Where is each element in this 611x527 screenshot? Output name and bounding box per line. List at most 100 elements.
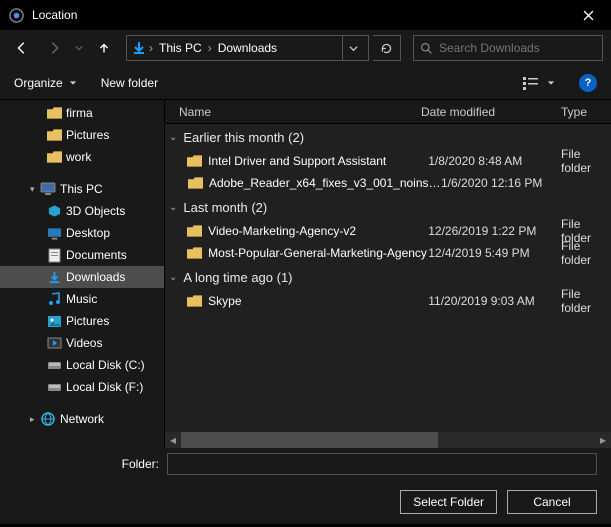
- sidebar-item-label: Local Disk (F:): [66, 380, 143, 394]
- search-box[interactable]: [413, 35, 603, 61]
- sidebar-item-network[interactable]: ▸ Network: [0, 408, 164, 430]
- new-folder-button[interactable]: New folder: [101, 76, 158, 90]
- item-type: File folder: [561, 239, 611, 267]
- folder-row: Folder:: [0, 448, 611, 480]
- organize-button[interactable]: Organize: [14, 76, 77, 90]
- help-button[interactable]: ?: [579, 74, 597, 92]
- videos-icon: [46, 335, 62, 351]
- col-name[interactable]: Name: [165, 105, 421, 119]
- sidebar-item-pictures[interactable]: Pictures: [0, 124, 164, 146]
- chevron-right-icon: ›: [147, 41, 155, 55]
- button-row: Select Folder Cancel: [0, 480, 611, 524]
- group-header[interactable]: ⌄A long time ago (1): [165, 264, 611, 290]
- scroll-left-icon[interactable]: ◂: [165, 432, 181, 448]
- item-name: Most-Popular-General-Marketing-Agency: [208, 246, 428, 260]
- new-folder-label: New folder: [101, 76, 158, 90]
- folder-input[interactable]: [167, 453, 597, 475]
- item-date: 12/4/2019 5:49 PM: [428, 246, 561, 260]
- item-date: 1/8/2020 8:48 AM: [428, 154, 561, 168]
- refresh-button[interactable]: [373, 35, 401, 61]
- scroll-right-icon[interactable]: ▸: [595, 432, 611, 448]
- address-segment-thispc[interactable]: This PC: [155, 41, 206, 55]
- chevron-down-icon: [547, 79, 555, 87]
- sidebar-item-downloads[interactable]: Downloads: [0, 266, 164, 288]
- toolbar: Organize New folder ?: [0, 66, 611, 100]
- col-date[interactable]: Date modified: [421, 105, 561, 119]
- folder-icon: [187, 245, 202, 261]
- item-type: File folder: [561, 147, 611, 175]
- item-name: Adobe_Reader_x64_fixes_v3_001_noinstall: [209, 176, 441, 190]
- address-segment-downloads[interactable]: Downloads: [214, 41, 281, 55]
- sidebar-item-pictures[interactable]: Pictures: [0, 310, 164, 332]
- column-header: Name Date modified Type: [165, 100, 611, 124]
- thispc-icon: [40, 181, 56, 197]
- forward-button[interactable]: [40, 34, 68, 62]
- up-button[interactable]: [90, 34, 118, 62]
- nav-row: › This PC › Downloads: [0, 30, 611, 66]
- sidebar-item-firma[interactable]: firma: [0, 102, 164, 124]
- sidebar-item-thispc[interactable]: ▾ This PC: [0, 178, 164, 200]
- list-item[interactable]: Video-Marketing-Agency-v212/26/2019 1:22…: [165, 220, 611, 242]
- group-header[interactable]: ⌄Earlier this month (2): [165, 124, 611, 150]
- sidebar-item-disk-f[interactable]: Local Disk (F:): [0, 376, 164, 398]
- sidebar-item-label: 3D Objects: [66, 204, 125, 218]
- address-bar[interactable]: › This PC › Downloads: [126, 35, 369, 61]
- item-name: Intel Driver and Support Assistant: [208, 154, 428, 168]
- list-item[interactable]: Most-Popular-General-Marketing-Agency12/…: [165, 242, 611, 264]
- sidebar-item-work[interactable]: work: [0, 146, 164, 168]
- sidebar-item-3d-objects[interactable]: 3D Objects: [0, 200, 164, 222]
- sidebar-item-label: Network: [60, 412, 104, 426]
- main-area: firma Pictures work ▾ This PC 3D Objects…: [0, 100, 611, 448]
- sidebar-item-music[interactable]: Music: [0, 288, 164, 310]
- group-title: Last month (2): [183, 200, 267, 215]
- folder-icon: [187, 175, 203, 191]
- file-list: ⌄Earlier this month (2)Intel Driver and …: [165, 124, 611, 432]
- sidebar-item-label: Pictures: [66, 128, 109, 142]
- list-item[interactable]: Skype11/20/2019 9:03 AMFile folder: [165, 290, 611, 312]
- recent-dropdown[interactable]: [72, 34, 86, 62]
- address-dropdown[interactable]: [342, 36, 364, 60]
- folder-icon: [187, 293, 202, 309]
- sidebar-item-label: Pictures: [66, 314, 109, 328]
- pictures-icon: [46, 313, 62, 329]
- caret-down-icon: ▾: [30, 184, 40, 195]
- cancel-button[interactable]: Cancel: [507, 490, 597, 514]
- organize-label: Organize: [14, 76, 63, 90]
- item-name: Video-Marketing-Agency-v2: [208, 224, 428, 238]
- chevron-right-icon: ›: [206, 41, 214, 55]
- sidebar-item-label: Music: [66, 292, 97, 306]
- group-header[interactable]: ⌄Last month (2): [165, 194, 611, 220]
- desktop-icon: [46, 225, 62, 241]
- folder-icon: [46, 127, 62, 143]
- select-folder-button[interactable]: Select Folder: [400, 490, 497, 514]
- item-date: 1/6/2020 12:16 PM: [441, 176, 581, 190]
- 3d-objects-icon: [46, 203, 62, 219]
- search-input[interactable]: [439, 41, 596, 55]
- item-type: File folder: [561, 287, 611, 315]
- folder-icon: [46, 149, 62, 165]
- sidebar-item-videos[interactable]: Videos: [0, 332, 164, 354]
- sidebar-item-disk-c[interactable]: Local Disk (C:): [0, 354, 164, 376]
- sidebar-item-label: Local Disk (C:): [66, 358, 145, 372]
- back-button[interactable]: [8, 34, 36, 62]
- scroll-thumb[interactable]: [181, 432, 438, 448]
- sidebar-item-label: Desktop: [66, 226, 110, 240]
- view-options-button[interactable]: [523, 76, 555, 90]
- sidebar-item-label: firma: [66, 106, 93, 120]
- col-type[interactable]: Type: [561, 105, 611, 119]
- list-item[interactable]: Intel Driver and Support Assistant1/8/20…: [165, 150, 611, 172]
- horizontal-scrollbar[interactable]: ◂ ▸: [165, 432, 611, 448]
- list-item[interactable]: Adobe_Reader_x64_fixes_v3_001_noinstall1…: [165, 172, 611, 194]
- sidebar-item-label: Documents: [66, 248, 127, 262]
- sidebar-item-documents[interactable]: Documents: [0, 244, 164, 266]
- folder-icon: [187, 223, 202, 239]
- folder-label: Folder:: [122, 457, 159, 471]
- downloads-icon: [46, 269, 62, 285]
- close-button[interactable]: [565, 0, 611, 30]
- sidebar-item-desktop[interactable]: Desktop: [0, 222, 164, 244]
- disk-icon: [46, 379, 62, 395]
- file-view: Name Date modified Type ⌄Earlier this mo…: [165, 100, 611, 448]
- chevron-down-icon: ⌄: [169, 132, 177, 143]
- downloads-icon: [131, 40, 147, 56]
- window-title: Location: [24, 8, 565, 22]
